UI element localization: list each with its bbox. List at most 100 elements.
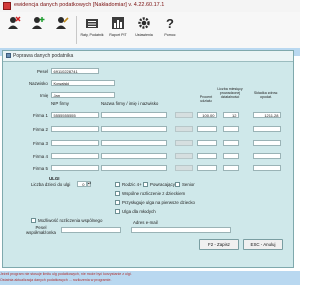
svg-text:?: ? <box>166 16 174 30</box>
firm-miesiace-field[interactable]: 12 <box>223 112 239 118</box>
przysluguje-checkbox[interactable] <box>115 200 120 205</box>
rodzic-checkbox[interactable] <box>115 182 120 187</box>
firm-nip-field[interactable] <box>51 153 99 159</box>
ulgi-header: ULGI <box>49 176 60 181</box>
firm-procent-field[interactable] <box>197 126 217 132</box>
firm-name-field[interactable] <box>101 140 167 146</box>
status-line-1: Jeżeli program nie stosuje limitu ulg po… <box>0 272 132 276</box>
dialog-title: Poprawa danych podatnika <box>13 53 74 59</box>
toolbar-button-settings[interactable]: Ustawienia <box>132 16 156 46</box>
firm-miesiace-field[interactable] <box>223 153 239 159</box>
firm-miesiace-field[interactable] <box>223 165 239 171</box>
wspolne-label: Wspólne rozliczenie z dzieckiem <box>122 191 186 196</box>
dzieci-label: Liczba dzieci do ulgi <box>31 182 71 187</box>
powracajacy-label: Powracający <box>150 182 175 187</box>
firm-nip-field[interactable] <box>51 165 99 171</box>
firm-procent-field[interactable] <box>197 140 217 146</box>
column-header-nazwa: Nazwa firmy / imię i nazwisko <box>101 101 159 106</box>
firm-nip-field[interactable] <box>51 140 99 146</box>
pesel-malz-label: Pesel współmałżonka <box>25 225 57 235</box>
mlodzi-checkbox[interactable] <box>115 209 120 214</box>
status-area: Jeżeli program nie stosuje limitu ulg po… <box>0 271 300 285</box>
pesel-field[interactable]: 69110228741 <box>51 68 99 74</box>
toolbar-button-help[interactable]: ? Pomoc <box>158 16 182 46</box>
column-header-miesiace: Liczba miesięcy prowadzonej działalności <box>217 87 243 99</box>
help-icon: ? <box>166 16 174 30</box>
firm-lookup-field[interactable] <box>175 112 193 118</box>
folder-list-icon <box>86 19 98 28</box>
email-field[interactable] <box>131 227 231 233</box>
firm-nip-field[interactable] <box>51 126 99 132</box>
cancel-button[interactable]: ESC - Anuluj <box>243 239 283 250</box>
imie-label: Imię <box>40 93 49 98</box>
przysluguje-label: Przysługuje ulga na pierwsze dziecko <box>122 200 195 205</box>
pesel-label: Pesel <box>37 69 48 74</box>
app-title: ewidencja danych podatkowych [Nakładomia… <box>14 2 165 8</box>
app-logo-icon <box>3 2 11 10</box>
toolbar-separator <box>76 16 77 44</box>
toolbar-label: Ustawienia <box>135 33 153 37</box>
senior-label: Senior <box>182 182 195 187</box>
firm-label: Firma 1 <box>33 113 48 118</box>
firm-lookup-field[interactable] <box>175 165 193 171</box>
firm-lookup-field[interactable] <box>175 153 193 159</box>
column-header-nip: NIP firmy <box>51 101 69 106</box>
toolbar-label: Pomoc <box>164 33 176 37</box>
firm-name-field[interactable] <box>101 153 167 159</box>
gear-icon <box>138 17 150 29</box>
edit-taxpayer-dialog: Poprawa danych podatnika Pesel 691102287… <box>2 50 294 268</box>
firm-skladka-field[interactable] <box>253 140 281 146</box>
wspolne-checkbox[interactable] <box>115 191 120 196</box>
dzieci-spinner[interactable]: ▴▾ <box>87 181 91 187</box>
firm-name-field[interactable] <box>101 165 167 171</box>
toolbar-button-remove-user[interactable] <box>2 16 26 46</box>
status-line-2: Ostatnia aktualizacja danych podatkowych… <box>0 278 112 282</box>
nazwisko-field[interactable]: Kowalski <box>51 80 115 86</box>
user-x-icon <box>8 16 21 29</box>
toolbar-label: Raty, Podatnik <box>80 33 104 37</box>
mlodzi-label: Ulga dla młodych <box>122 209 156 214</box>
dzieci-field[interactable]: 0 <box>77 181 87 187</box>
firm-name-field[interactable] <box>101 126 167 132</box>
firm-skladka-field[interactable]: 1211,28 <box>253 112 281 118</box>
firm-skladka-field[interactable] <box>253 165 281 171</box>
user-add-icon <box>32 17 45 29</box>
firm-label: Firma 2 <box>33 127 48 132</box>
email-label: Adres e-mail <box>133 220 158 225</box>
firm-procent-field[interactable]: 100,00 <box>197 112 217 118</box>
column-header-skladka: Składka zdrow. opodat. <box>253 91 279 99</box>
toolbar-button-raport[interactable]: Raport PIT <box>106 16 130 46</box>
nazwisko-label: Nazwisko <box>29 81 48 86</box>
column-header-procent: Procent udziału <box>199 95 213 103</box>
toolbar-button-edit-user[interactable] <box>50 16 74 46</box>
firm-nip-field[interactable]: 5555555555 <box>51 112 99 118</box>
dialog-titlebar: Poprawa danych podatnika <box>3 51 293 62</box>
malzonek-label: Możliwość rozliczenia wspólnego <box>38 218 103 223</box>
firm-skladka-field[interactable] <box>253 153 281 159</box>
firm-label: Firma 5 <box>33 166 48 171</box>
senior-checkbox[interactable] <box>175 182 180 187</box>
firm-miesiace-field[interactable] <box>223 126 239 132</box>
firm-label: Firma 4 <box>33 154 48 159</box>
pesel-malz-field[interactable] <box>61 227 121 233</box>
imie-field[interactable]: Jan <box>51 92 115 98</box>
firm-lookup-field[interactable] <box>175 140 193 146</box>
toolbar-label: Raport PIT <box>109 33 127 37</box>
rodzic-label: Rodzic 4+ <box>122 182 142 187</box>
toolbar-button-add-user[interactable] <box>26 16 50 46</box>
user-edit-icon <box>56 17 69 29</box>
toolbar: Raty, Podatnik Raport PIT Ustawienia ? P… <box>0 12 300 48</box>
dialog-window-icon <box>6 53 11 58</box>
firm-procent-field[interactable] <box>197 153 217 159</box>
save-button[interactable]: F2 - Zapisz <box>199 239 239 250</box>
firm-procent-field[interactable] <box>197 165 217 171</box>
firm-name-field[interactable] <box>101 112 167 118</box>
chart-icon <box>112 17 124 29</box>
toolbar-button-raty[interactable]: Raty, Podatnik <box>80 16 104 46</box>
malzonek-checkbox[interactable] <box>31 218 36 223</box>
firm-label: Firma 3 <box>33 141 48 146</box>
powracajacy-checkbox[interactable] <box>143 182 148 187</box>
firm-miesiace-field[interactable] <box>223 140 239 146</box>
firm-lookup-field[interactable] <box>175 126 193 132</box>
firm-skladka-field[interactable] <box>253 126 281 132</box>
